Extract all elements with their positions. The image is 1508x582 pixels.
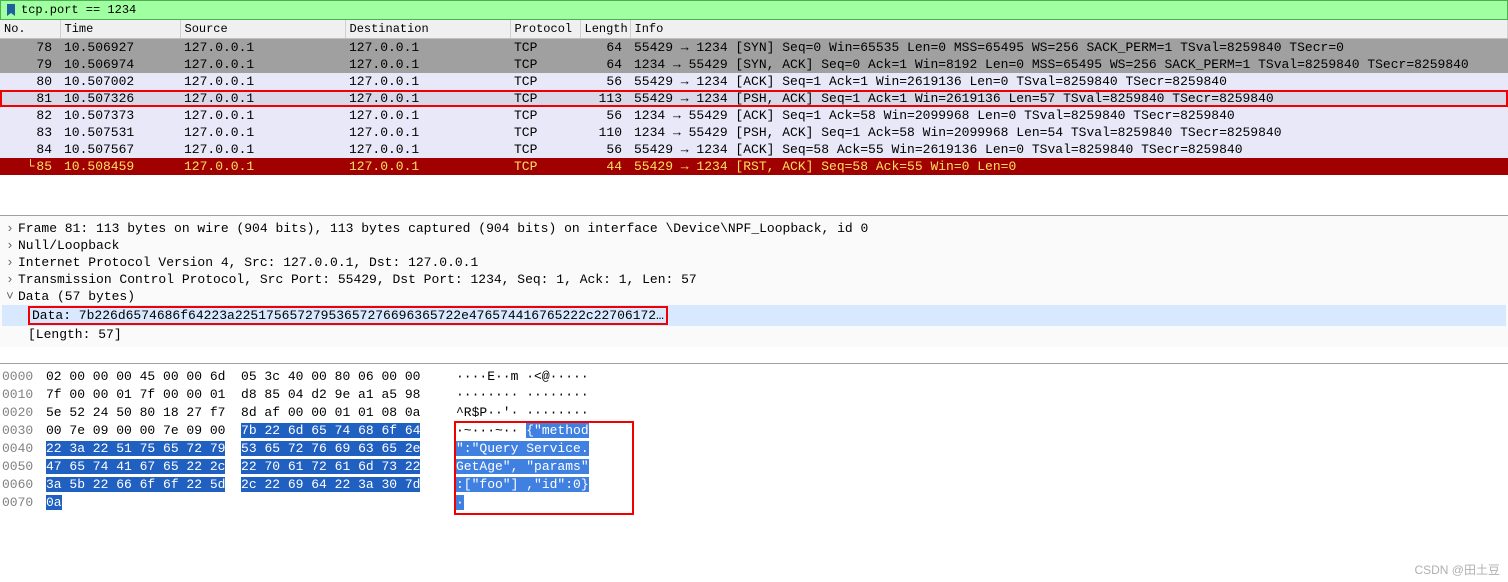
hex-offset: 0000 bbox=[2, 368, 46, 386]
hex-row[interactable]: 00107f 00 00 01 7f 00 00 01 d8 85 04 d2 … bbox=[2, 386, 1506, 404]
watermark: CSDN @田土豆 bbox=[1414, 561, 1500, 578]
hex-offset: 0020 bbox=[2, 404, 46, 422]
chevron-right-icon: › bbox=[6, 238, 18, 253]
hex-row[interactable]: 000002 00 00 00 45 00 00 6d 05 3c 40 00 … bbox=[2, 368, 1506, 386]
hex-ascii: ^R$P··'· ········ bbox=[456, 404, 589, 422]
packet-row[interactable]: 7810.506927127.0.0.1127.0.0.1TCP6455429 … bbox=[0, 39, 1508, 57]
hex-bytes: 47 65 74 41 67 65 22 2c 22 70 61 72 61 6… bbox=[46, 458, 456, 476]
col-header-protocol[interactable]: Protocol bbox=[510, 20, 580, 39]
hex-row[interactable]: 00603a 5b 22 66 6f 6f 22 5d 2c 22 69 64 … bbox=[2, 476, 1506, 494]
chevron-right-icon: › bbox=[6, 272, 18, 287]
hex-row[interactable]: 005047 65 74 41 67 65 22 2c 22 70 61 72 … bbox=[2, 458, 1506, 476]
packet-row[interactable]: 8310.507531127.0.0.1127.0.0.1TCP1101234 … bbox=[0, 124, 1508, 141]
hex-bytes: 3a 5b 22 66 6f 6f 22 5d 2c 22 69 64 22 3… bbox=[46, 476, 456, 494]
hex-offset: 0040 bbox=[2, 440, 46, 458]
packet-details-pane[interactable]: ›Frame 81: 113 bytes on wire (904 bits),… bbox=[0, 215, 1508, 347]
packet-row[interactable]: 8410.507567127.0.0.1127.0.0.1TCP5655429 … bbox=[0, 141, 1508, 158]
hex-row[interactable]: 003000 7e 09 00 00 7e 09 00 7b 22 6d 65 … bbox=[2, 422, 1506, 440]
hex-bytes: 5e 52 24 50 80 18 27 f7 8d af 00 00 01 0… bbox=[46, 404, 456, 422]
packet-list-header[interactable]: No. Time Source Destination Protocol Len… bbox=[0, 20, 1508, 39]
chevron-right-icon: › bbox=[6, 221, 18, 236]
hex-bytes: 0a bbox=[46, 494, 456, 512]
hex-row[interactable]: 00700a · bbox=[2, 494, 1506, 512]
col-header-no[interactable]: No. bbox=[0, 20, 60, 39]
hex-ascii: ·~···~·· {"method bbox=[456, 422, 589, 440]
hex-ascii: :["foo"] ,"id":0} bbox=[456, 476, 589, 494]
filter-text[interactable]: tcp.port == 1234 bbox=[21, 3, 136, 17]
chevron-down-icon: ˅ bbox=[6, 289, 18, 304]
tree-null-loopback[interactable]: ›Null/Loopback bbox=[2, 237, 1506, 254]
hex-offset: 0050 bbox=[2, 458, 46, 476]
hex-ascii: ········ ········ bbox=[456, 386, 589, 404]
hex-row[interactable]: 00205e 52 24 50 80 18 27 f7 8d af 00 00 … bbox=[2, 404, 1506, 422]
hex-ascii: ":"Query Service. bbox=[456, 440, 589, 458]
tree-tcp[interactable]: ›Transmission Control Protocol, Src Port… bbox=[2, 271, 1506, 288]
hex-row[interactable]: 004022 3a 22 51 75 65 72 79 53 65 72 76 … bbox=[2, 440, 1506, 458]
hex-bytes: 22 3a 22 51 75 65 72 79 53 65 72 76 69 6… bbox=[46, 440, 456, 458]
display-filter-bar[interactable]: tcp.port == 1234 bbox=[0, 0, 1508, 20]
packet-row[interactable]: 8510.508459127.0.0.1127.0.0.1TCP4455429 … bbox=[0, 158, 1508, 175]
col-header-info[interactable]: Info bbox=[630, 20, 1508, 39]
chevron-right-icon: › bbox=[6, 255, 18, 270]
hex-offset: 0070 bbox=[2, 494, 46, 512]
hex-offset: 0010 bbox=[2, 386, 46, 404]
hex-ascii: · bbox=[456, 494, 464, 512]
tree-data-length[interactable]: [Length: 57] bbox=[2, 326, 1506, 343]
packet-row[interactable]: 8010.507002127.0.0.1127.0.0.1TCP5655429 … bbox=[0, 73, 1508, 90]
tree-ip[interactable]: ›Internet Protocol Version 4, Src: 127.0… bbox=[2, 254, 1506, 271]
hex-ascii: ····E··m ·<@····· bbox=[456, 368, 589, 386]
hex-bytes: 02 00 00 00 45 00 00 6d 05 3c 40 00 80 0… bbox=[46, 368, 456, 386]
packet-row[interactable]: 7910.506974127.0.0.1127.0.0.1TCP641234 →… bbox=[0, 56, 1508, 73]
hex-bytes: 7f 00 00 01 7f 00 00 01 d8 85 04 d2 9e a… bbox=[46, 386, 456, 404]
tree-frame[interactable]: ›Frame 81: 113 bytes on wire (904 bits),… bbox=[2, 220, 1506, 237]
col-header-source[interactable]: Source bbox=[180, 20, 345, 39]
tree-data[interactable]: ˅Data (57 bytes) bbox=[2, 288, 1506, 305]
packet-list-table[interactable]: No. Time Source Destination Protocol Len… bbox=[0, 20, 1508, 175]
col-header-time[interactable]: Time bbox=[60, 20, 180, 39]
bookmark-icon bbox=[5, 4, 17, 16]
hex-offset: 0030 bbox=[2, 422, 46, 440]
col-header-destination[interactable]: Destination bbox=[345, 20, 510, 39]
hex-bytes: 00 7e 09 00 00 7e 09 00 7b 22 6d 65 74 6… bbox=[46, 422, 456, 440]
packet-row[interactable]: 8110.507326127.0.0.1127.0.0.1TCP11355429… bbox=[0, 90, 1508, 107]
hex-ascii: GetAge", "params" bbox=[456, 458, 589, 476]
tree-data-hex[interactable]: Data: 7b226d6574686f64223a22517565727953… bbox=[2, 305, 1506, 326]
packet-bytes-pane[interactable]: 000002 00 00 00 45 00 00 6d 05 3c 40 00 … bbox=[0, 363, 1508, 516]
packet-row[interactable]: 8210.507373127.0.0.1127.0.0.1TCP561234 →… bbox=[0, 107, 1508, 124]
col-header-length[interactable]: Length bbox=[580, 20, 630, 39]
hex-offset: 0060 bbox=[2, 476, 46, 494]
